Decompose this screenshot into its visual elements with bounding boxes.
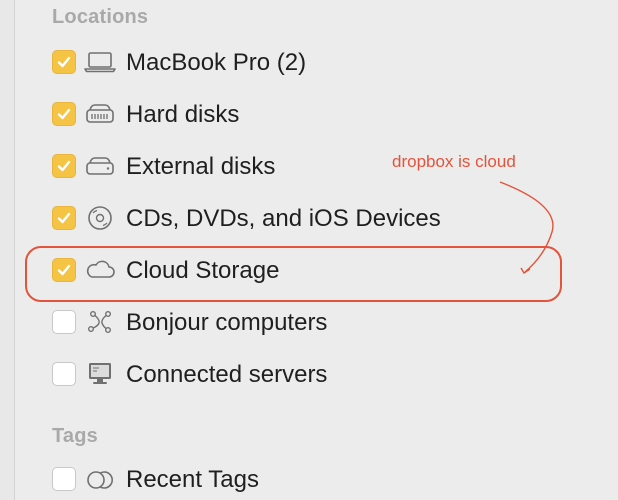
location-item-connected-servers[interactable]: Connected servers: [52, 357, 572, 393]
checkmark-icon: [57, 160, 71, 172]
annotation-highlight-box: [25, 246, 562, 302]
location-item-hard-disks[interactable]: Hard disks: [52, 97, 572, 133]
disc-icon: [88, 206, 112, 230]
location-label: MacBook Pro (2): [126, 49, 307, 76]
location-item-cds-dvds-ios[interactable]: CDs, DVDs, and iOS Devices: [52, 201, 572, 237]
locations-section-title: Locations: [52, 6, 149, 28]
external-disk-icon: [86, 157, 114, 175]
server-monitor-icon: [89, 363, 111, 384]
location-item-macbook-pro[interactable]: MacBook Pro (2): [52, 45, 572, 81]
checkbox-bonjour-computers[interactable]: [52, 310, 76, 334]
tags-section-title: Tags: [52, 425, 98, 447]
checkbox-connected-servers[interactable]: [52, 362, 76, 386]
checkmark-icon: [57, 56, 71, 68]
checkbox-macbook-pro[interactable]: [52, 50, 76, 74]
checkmark-icon: [57, 212, 71, 224]
bonjour-icon: [87, 311, 112, 334]
checkbox-external-disks[interactable]: [52, 154, 76, 178]
tag-label: Recent Tags: [126, 466, 259, 493]
location-label: External disks: [126, 153, 276, 180]
location-label: CDs, DVDs, and iOS Devices: [126, 205, 441, 232]
checkbox-cds-dvds-ios[interactable]: [52, 206, 76, 230]
location-item-bonjour-computers[interactable]: Bonjour computers: [52, 305, 572, 341]
annotation-text: dropbox is cloud: [392, 152, 516, 171]
location-label: Hard disks: [126, 101, 240, 128]
location-label: Bonjour computers: [126, 309, 328, 336]
checkbox-recent-tags[interactable]: [52, 467, 76, 491]
hard-disk-icon: [86, 104, 114, 123]
location-label: Connected servers: [126, 361, 328, 388]
laptop-icon: [84, 52, 116, 73]
tags-icon: [87, 471, 113, 489]
checkbox-hard-disks[interactable]: [52, 102, 76, 126]
tag-item-recent-tags[interactable]: Recent Tags: [52, 462, 572, 498]
checkmark-icon: [57, 108, 71, 120]
